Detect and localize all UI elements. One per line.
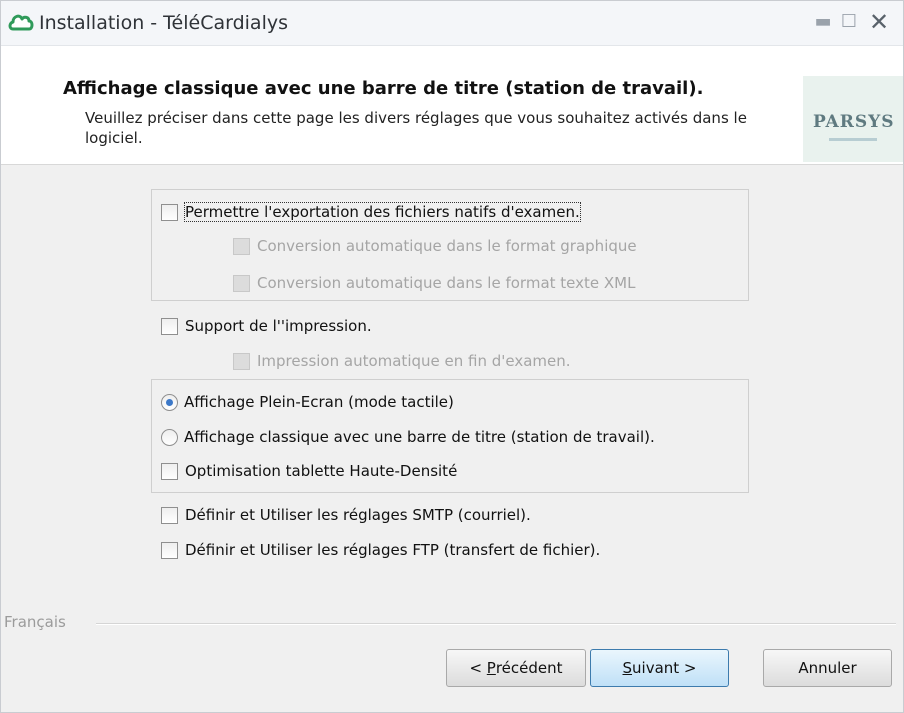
title-bar[interactable]: Installation - TéléCardialys ▬ ☐ ✕ [1, 1, 903, 46]
print-support-label: Support de l''impression. [185, 317, 372, 335]
convert-graphic-option: Conversion automatique dans le format gr… [233, 234, 637, 258]
hd-tablet-checkbox[interactable] [161, 462, 178, 480]
parsys-logo: PARSYS [803, 76, 903, 162]
hd-tablet-label: Optimisation tablette Haute-Densité [185, 462, 458, 480]
next-accelerator: S [622, 659, 633, 677]
auto-print-option: Impression automatique en fin d'examen. [233, 349, 571, 373]
export-native-checkbox[interactable] [161, 203, 178, 221]
ftp-label: Définir et Utiliser les réglages FTP (tr… [185, 541, 601, 559]
logo-text: PARSYS [813, 112, 895, 132]
convert-xml-label: Conversion automatique dans le format te… [257, 274, 636, 292]
classic-label: Affichage classique avec une barre de ti… [184, 428, 655, 446]
auto-print-label: Impression automatique en fin d'examen. [257, 352, 571, 370]
fullscreen-label: Affichage Plein-Ecran (mode tactile) [184, 393, 454, 411]
smtp-option[interactable]: Définir et Utiliser les réglages SMTP (c… [161, 503, 531, 527]
previous-button[interactable]: < Précédent [446, 649, 586, 687]
convert-xml-checkbox [233, 274, 250, 292]
next-label: uivant > [632, 659, 697, 677]
close-icon[interactable]: ✕ [867, 10, 891, 34]
previous-prefix: < [469, 659, 487, 677]
previous-accelerator: P [486, 659, 496, 677]
page-description: Veuillez préciser dans cette page les di… [85, 109, 747, 147]
wizard-header: Affichage classique avec une barre de ti… [1, 46, 903, 165]
smtp-label: Définir et Utiliser les réglages SMTP (c… [185, 506, 531, 524]
cancel-button[interactable]: Annuler [763, 649, 892, 687]
export-native-option[interactable]: Permettre l'exportation des fichiers nat… [161, 200, 581, 224]
hd-tablet-option[interactable]: Optimisation tablette Haute-Densité [161, 459, 457, 483]
footer-divider [96, 623, 896, 625]
next-button[interactable]: Suivant > [590, 649, 729, 687]
classic-radio[interactable] [161, 428, 178, 446]
language-label: Français [4, 613, 66, 631]
window-title: Installation - TéléCardialys [39, 12, 288, 34]
logo-underline [829, 138, 877, 141]
print-support-checkbox[interactable] [161, 317, 178, 335]
page-title: Affichage classique avec une barre de ti… [63, 78, 704, 99]
classic-option[interactable]: Affichage classique avec une barre de ti… [161, 425, 655, 449]
auto-print-checkbox [233, 352, 250, 370]
fullscreen-radio[interactable] [161, 393, 178, 411]
maximize-icon[interactable]: ☐ [837, 11, 861, 33]
minimize-icon[interactable]: ▬ [811, 11, 835, 33]
ftp-checkbox[interactable] [161, 541, 178, 559]
fullscreen-option[interactable]: Affichage Plein-Ecran (mode tactile) [161, 390, 454, 414]
print-support-option[interactable]: Support de l''impression. [161, 314, 372, 338]
export-native-label: Permettre l'exportation des fichiers nat… [184, 202, 581, 222]
convert-xml-option: Conversion automatique dans le format te… [233, 271, 635, 295]
convert-graphic-label: Conversion automatique dans le format gr… [257, 237, 637, 255]
installer-window: Installation - TéléCardialys ▬ ☐ ✕ Affic… [0, 0, 904, 713]
smtp-checkbox[interactable] [161, 506, 178, 524]
cloud-logo-icon [8, 14, 34, 31]
ftp-option[interactable]: Définir et Utiliser les réglages FTP (tr… [161, 538, 600, 562]
previous-label: récédent [495, 659, 563, 677]
convert-graphic-checkbox [233, 237, 250, 255]
